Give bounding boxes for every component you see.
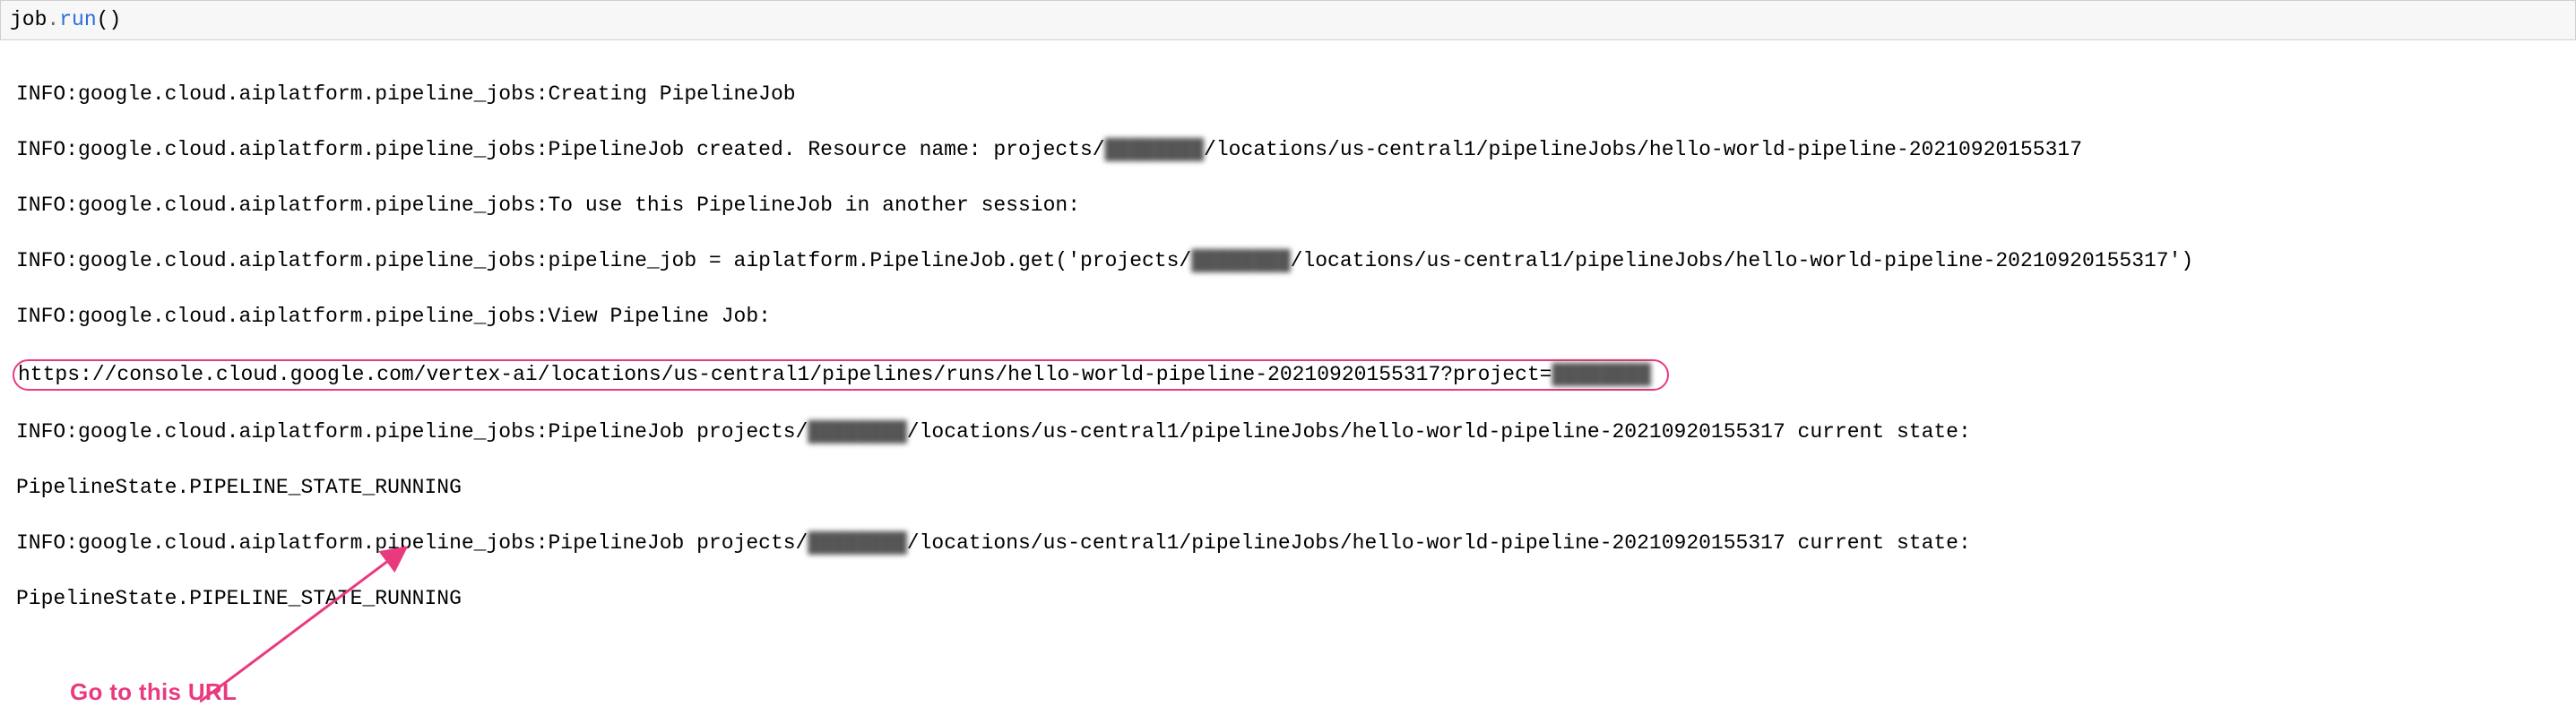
log-line: INFO:google.cloud.aiplatform.pipeline_jo… [16,136,2560,164]
log-line: INFO:google.cloud.aiplatform.pipeline_jo… [16,81,2560,108]
redacted-text: ████████ [1552,363,1650,386]
log-line-url: https://console.cloud.google.com/vertex-… [16,359,2560,391]
redacted-text: ████████ [1191,249,1290,272]
log-line: PipelineState.PIPELINE_STATE_RUNNING [16,474,2560,502]
redacted-text: ████████ [1105,138,1204,161]
log-line: PipelineState.PIPELINE_STATE_RUNNING [16,585,2560,613]
code-method: run [59,8,96,31]
code-parens: () [97,8,122,31]
highlighted-url[interactable]: https://console.cloud.google.com/vertex-… [13,359,1669,391]
annotation-label: Go to this URL [70,677,237,708]
code-output: INFO:google.cloud.aiplatform.pipeline_jo… [0,40,2576,685]
log-line: INFO:google.cloud.aiplatform.pipeline_jo… [16,247,2560,275]
log-line: INFO:google.cloud.aiplatform.pipeline_jo… [16,303,2560,331]
redacted-text: ████████ [808,420,906,444]
code-object: job [10,8,47,31]
log-line: INFO:google.cloud.aiplatform.pipeline_jo… [16,192,2560,220]
code-input-cell[interactable]: job.run() [0,0,2576,40]
code-dot: . [47,8,59,31]
log-line: INFO:google.cloud.aiplatform.pipeline_jo… [16,418,2560,446]
redacted-text: ████████ [808,531,906,555]
